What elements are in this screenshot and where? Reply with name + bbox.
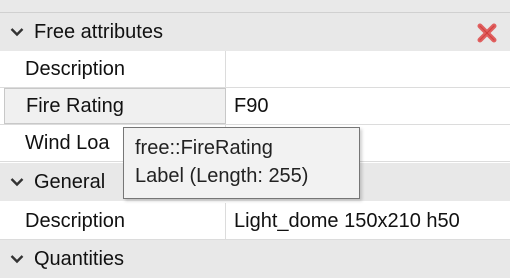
section-title: General — [34, 170, 106, 193]
property-value[interactable] — [226, 51, 510, 87]
property-label: Description — [0, 203, 226, 239]
section-title: Free attributes — [34, 20, 163, 43]
property-row-description[interactable]: Description — [0, 51, 510, 88]
tooltip-attribute-type: Label (Length: 255) — [135, 165, 309, 187]
property-row-description[interactable]: Description Light_dome 150x210 h50 — [0, 203, 510, 240]
tooltip-attribute-name: free::FireRating — [135, 137, 273, 159]
chevron-down-icon[interactable] — [0, 27, 34, 37]
close-icon[interactable] — [476, 22, 498, 44]
property-label: Fire Rating — [4, 88, 226, 124]
tooltip: free::FireRating Label (Length: 255) — [123, 127, 360, 199]
panel-top-strip — [0, 0, 510, 13]
chevron-down-icon[interactable] — [0, 177, 34, 187]
section-header-quantities[interactable]: Quantities — [0, 240, 510, 278]
properties-panel: Free attributes Description Fire Rating … — [0, 0, 510, 278]
property-value[interactable]: Light_dome 150x210 h50 — [226, 203, 510, 239]
section-title: Quantities — [34, 247, 125, 270]
property-label: Description — [0, 51, 226, 87]
section-header-free-attributes[interactable]: Free attributes — [0, 13, 510, 51]
property-value[interactable]: F90 — [226, 88, 510, 124]
chevron-down-icon[interactable] — [0, 254, 34, 264]
property-row-fire-rating[interactable]: Fire Rating F90 — [0, 88, 510, 125]
